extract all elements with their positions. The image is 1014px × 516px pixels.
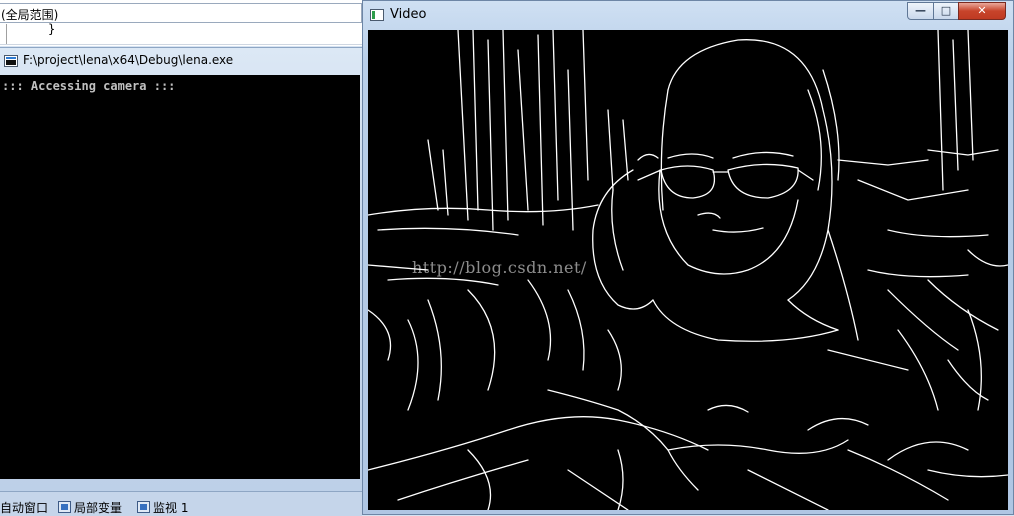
scope-dropdown[interactable]: (全局范围) <box>0 3 362 23</box>
console-app-icon <box>4 55 18 67</box>
locals-window-icon <box>58 501 71 513</box>
console-titlebar[interactable]: F:\project\lena\x64\Debug\lena.exe <box>0 48 362 75</box>
tab-watch-1-label: 监视 1 <box>153 500 189 515</box>
tab-watch-1[interactable]: 监视 1 <box>137 498 188 516</box>
minimize-button[interactable]: — <box>907 2 934 20</box>
video-frame: http://blog.csdn.net/ <box>368 30 1008 510</box>
code-line[interactable]: } <box>0 22 362 45</box>
maximize-button[interactable]: □ <box>933 2 959 20</box>
debug-tab-strip: 自动窗口 局部变量 监视 1 <box>0 491 362 516</box>
tab-locals-label: 局部变量 <box>74 500 123 515</box>
console-output-area[interactable]: ::: Accessing camera ::: <box>0 75 360 479</box>
tab-locals[interactable]: 局部变量 <box>58 498 122 516</box>
scope-dropdown-value: (全局范围) <box>1 8 59 22</box>
console-window[interactable]: F:\project\lena\x64\Debug\lena.exe ::: A… <box>0 47 362 492</box>
console-output-text: ::: Accessing camera ::: <box>2 79 176 93</box>
video-titlebar[interactable]: Video — □ ✕ <box>363 1 1013 29</box>
close-button[interactable]: ✕ <box>958 2 1006 20</box>
watch-window-icon <box>137 501 150 513</box>
close-icon: ✕ <box>977 4 987 17</box>
tab-autos-label: 自动窗口 <box>0 500 49 515</box>
code-gutter <box>6 24 7 44</box>
console-window-title: F:\project\lena\x64\Debug\lena.exe <box>23 53 234 67</box>
video-window[interactable]: Video — □ ✕ http://blog.csdn.net/ <box>362 0 1014 515</box>
watermark-text: http://blog.csdn.net/ <box>412 258 587 277</box>
code-text: } <box>48 22 56 36</box>
tab-autos[interactable]: 自动窗口 <box>0 498 48 516</box>
video-app-icon <box>370 9 384 21</box>
maximize-icon: □ <box>940 4 952 17</box>
minimize-icon: — <box>915 4 926 17</box>
video-window-title: Video <box>390 7 427 22</box>
ide-editor-strip: (全局范围) } <box>0 0 362 46</box>
